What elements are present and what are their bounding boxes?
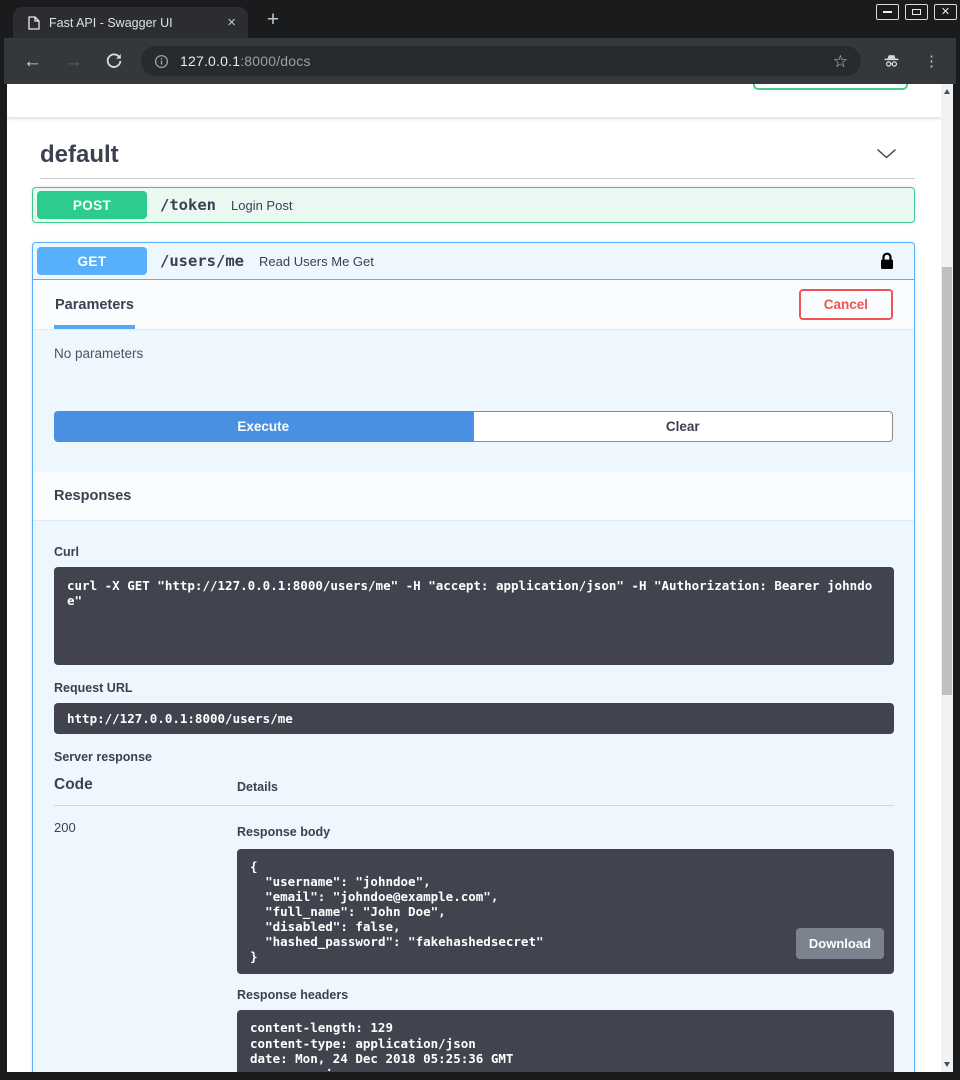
opblock-post-token[interactable]: POST /token Login Post bbox=[32, 187, 915, 223]
get-summary: Read Users Me Get bbox=[259, 254, 374, 269]
response-body-label: Response body bbox=[237, 825, 894, 839]
close-button[interactable]: ✕ bbox=[934, 4, 957, 20]
browser-menu-icon[interactable]: ⋮ bbox=[924, 52, 939, 70]
page-scrollbar[interactable] bbox=[941, 84, 953, 1072]
reload-icon[interactable] bbox=[105, 52, 123, 70]
browser-toolbar: ← → 127.0.0.1:8000/docs ☆ ⋮ bbox=[4, 38, 956, 84]
incognito-icon bbox=[881, 51, 902, 71]
download-button[interactable]: Download bbox=[796, 928, 884, 959]
minimize-button[interactable] bbox=[876, 4, 899, 20]
chevron-down-icon[interactable] bbox=[876, 146, 897, 164]
response-headers-text: content-length: 129 content-type: applic… bbox=[250, 1020, 881, 1072]
maximize-button[interactable] bbox=[905, 4, 928, 20]
post-summary: Login Post bbox=[231, 198, 292, 213]
browser-tab-bar: Fast API - Swagger UI × + ✕ bbox=[0, 0, 960, 38]
get-method-badge: GET bbox=[37, 247, 147, 275]
response-headers-label: Response headers bbox=[237, 988, 894, 1002]
window-controls: ✕ bbox=[876, 4, 957, 20]
responses-title: Responses bbox=[54, 488, 131, 504]
url-text[interactable]: 127.0.0.1:8000/docs bbox=[180, 53, 311, 69]
curl-command: curl -X GET "http://127.0.0.1:8000/users… bbox=[67, 578, 881, 608]
response-headers-block: content-length: 129 content-type: applic… bbox=[237, 1010, 894, 1072]
curl-label: Curl bbox=[54, 545, 894, 559]
post-method-badge: POST bbox=[37, 191, 147, 219]
authorize-button[interactable] bbox=[753, 84, 908, 90]
get-path: /users/me bbox=[160, 252, 244, 270]
request-url: http://127.0.0.1:8000/users/me bbox=[67, 711, 881, 726]
swagger-page: default POST /token Login Post GET /user… bbox=[7, 84, 941, 1072]
request-url-block: http://127.0.0.1:8000/users/me bbox=[54, 703, 894, 734]
page-icon bbox=[28, 16, 40, 30]
execute-button[interactable]: Execute bbox=[54, 411, 473, 442]
post-path: /token bbox=[160, 196, 216, 214]
url-host: 127.0.0.1 bbox=[180, 53, 240, 69]
clear-button[interactable]: Clear bbox=[473, 411, 894, 442]
request-url-label: Request URL bbox=[54, 681, 894, 695]
server-response-label: Server response bbox=[54, 750, 894, 764]
get-summary-row[interactable]: GET /users/me Read Users Me Get bbox=[33, 243, 914, 280]
back-icon[interactable]: ← bbox=[23, 52, 42, 71]
minimize-icon bbox=[883, 11, 892, 13]
details-column-header: Details bbox=[237, 780, 278, 794]
status-code: 200 bbox=[54, 820, 237, 1072]
forward-icon: → bbox=[64, 52, 83, 71]
table-header-row: Code Details bbox=[54, 776, 894, 806]
server-response-table: Code Details 200 Response body { "userna… bbox=[54, 776, 894, 1072]
new-tab-button[interactable]: + bbox=[260, 8, 286, 34]
tab-title: Fast API - Swagger UI bbox=[49, 16, 224, 30]
site-info-icon[interactable] bbox=[154, 54, 169, 69]
url-path: :8000/docs bbox=[240, 53, 311, 69]
scroll-down-icon[interactable] bbox=[944, 1062, 950, 1067]
tag-title: default bbox=[40, 141, 119, 169]
details-cell: Response body { "username": "johndoe", "… bbox=[237, 820, 894, 1072]
maximize-icon bbox=[912, 9, 921, 15]
tag-divider bbox=[40, 178, 915, 179]
scrollbar-thumb[interactable] bbox=[942, 267, 952, 695]
responses-body: Curl curl -X GET "http://127.0.0.1:8000/… bbox=[33, 521, 914, 1072]
opblock-get-users-me: GET /users/me Read Users Me Get Paramete… bbox=[32, 242, 915, 1072]
execute-row: Execute Clear bbox=[54, 411, 893, 442]
response-body-block: { "username": "johndoe", "email": "johnd… bbox=[237, 849, 894, 974]
scroll-up-icon[interactable] bbox=[944, 89, 950, 94]
curl-code-block: curl -X GET "http://127.0.0.1:8000/users… bbox=[54, 567, 894, 665]
cancel-button[interactable]: Cancel bbox=[799, 289, 893, 320]
code-column-header: Code bbox=[54, 776, 237, 794]
table-row: 200 Response body { "username": "johndoe… bbox=[54, 806, 894, 1072]
response-body-json: { "username": "johndoe", "email": "johnd… bbox=[250, 859, 881, 964]
parameters-body: No parameters Execute Clear bbox=[33, 330, 914, 472]
tag-section-header[interactable]: default bbox=[40, 141, 897, 169]
tab-close-icon[interactable]: × bbox=[224, 15, 239, 30]
browser-tab[interactable]: Fast API - Swagger UI × bbox=[13, 7, 248, 38]
scheme-container bbox=[7, 84, 941, 118]
no-parameters-text: No parameters bbox=[54, 346, 893, 361]
responses-section-header: Responses bbox=[33, 472, 914, 521]
lock-icon[interactable] bbox=[880, 252, 894, 270]
parameters-header: Parameters Cancel bbox=[33, 280, 914, 330]
api-content: default POST /token Login Post GET /user… bbox=[7, 141, 941, 1072]
address-bar[interactable]: 127.0.0.1:8000/docs ☆ bbox=[141, 46, 861, 76]
bookmark-star-icon[interactable]: ☆ bbox=[833, 53, 848, 70]
tab-parameters[interactable]: Parameters bbox=[54, 280, 135, 329]
